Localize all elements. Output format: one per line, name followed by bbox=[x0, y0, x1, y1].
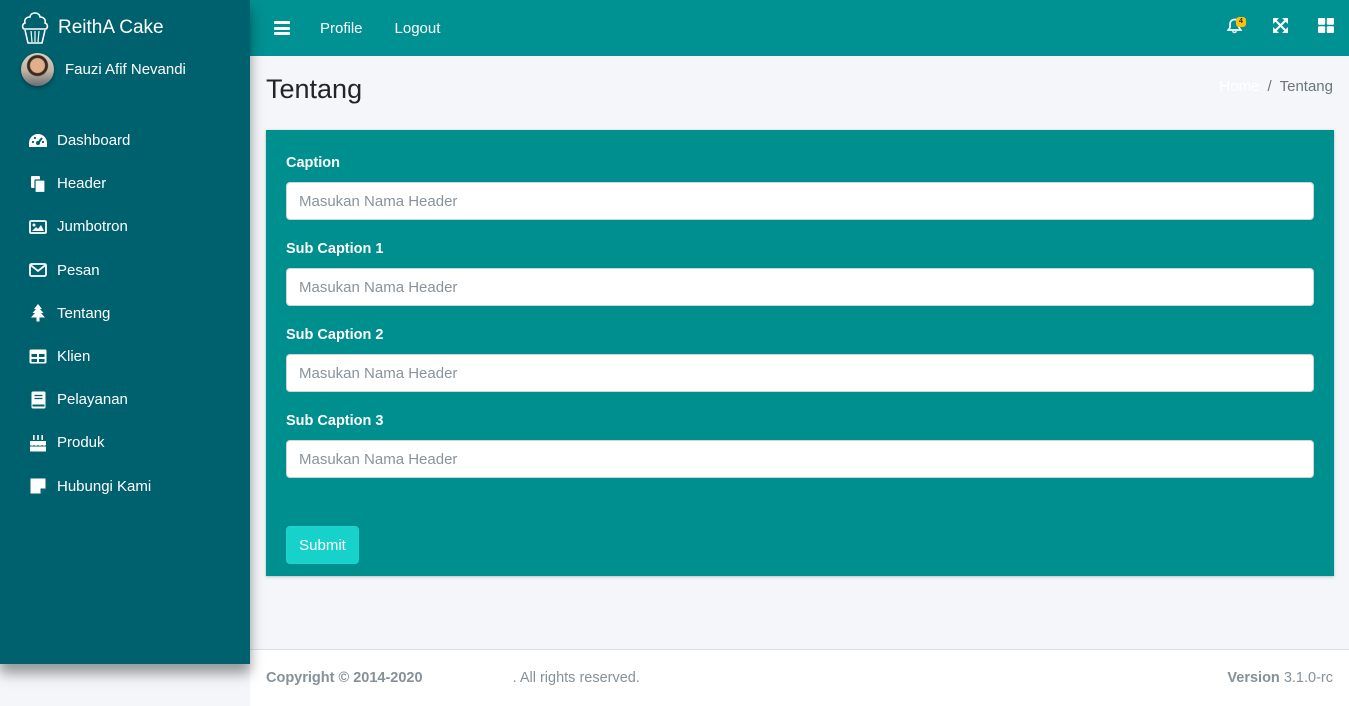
navbar-right: 4 bbox=[1211, 0, 1349, 56]
caption-input[interactable] bbox=[286, 182, 1314, 220]
tentang-form-card: Caption Sub Caption 1 Sub Caption 2 Sub … bbox=[266, 130, 1334, 576]
submit-button[interactable]: Submit bbox=[286, 526, 359, 564]
tree-icon bbox=[28, 304, 48, 322]
sidebar-item-dashboard[interactable]: Dashboard bbox=[0, 119, 250, 162]
footer: Copyright © 2014-2020 . All rights reserv… bbox=[250, 649, 1349, 706]
brand-link[interactable]: ReithA Cake bbox=[0, 0, 250, 56]
breadcrumb: Home / Tentang bbox=[1219, 78, 1333, 95]
sub-caption-2-label: Sub Caption 2 bbox=[286, 327, 384, 343]
breadcrumb-home-link[interactable]: Home bbox=[1219, 78, 1259, 95]
avatar bbox=[21, 52, 54, 86]
sidebar-item-label: Header bbox=[57, 175, 107, 193]
version-label: Version bbox=[1227, 670, 1280, 686]
sidebar-item-jumbotron[interactable]: Jumbotron bbox=[0, 205, 250, 248]
sidebar-item-label: Tentang bbox=[57, 304, 111, 322]
rights-text: . All rights reserved. bbox=[512, 670, 640, 686]
book-icon bbox=[28, 391, 48, 409]
notifications-button[interactable]: 4 bbox=[1211, 0, 1257, 56]
user-name[interactable]: Fauzi Afif Nevandi bbox=[65, 61, 186, 78]
birthday-cake-icon bbox=[28, 434, 48, 452]
brand-name: ReithA Cake bbox=[58, 17, 164, 38]
sidebar-item-label: Pelayanan bbox=[57, 391, 128, 409]
sidebar-item-label: Dashboard bbox=[57, 132, 131, 150]
sidebar-item-label: Pesan bbox=[57, 261, 100, 279]
sidebar-item-hubungi-kami[interactable]: Hubungi Kami bbox=[0, 465, 250, 508]
sub-caption-3-label: Sub Caption 3 bbox=[286, 413, 384, 429]
image-icon bbox=[28, 218, 48, 236]
sub-caption-1-label: Sub Caption 1 bbox=[286, 241, 384, 257]
tachometer-icon bbox=[28, 132, 48, 150]
sidebar: ReithA Cake Fauzi Afif Nevandi Dashboard… bbox=[0, 0, 250, 664]
table-icon bbox=[28, 348, 48, 366]
logout-link[interactable]: Logout bbox=[395, 20, 441, 37]
profile-link[interactable]: Profile bbox=[320, 20, 363, 37]
sub-caption-3-input[interactable] bbox=[286, 440, 1314, 478]
sub-caption-1-input[interactable] bbox=[286, 268, 1314, 306]
copyright-text: Copyright © 2014-2020 . All rights reserv… bbox=[266, 670, 640, 686]
cupcake-icon bbox=[20, 11, 50, 45]
hamburger-menu-icon[interactable] bbox=[274, 21, 290, 35]
sidebar-item-label: Produk bbox=[57, 434, 105, 452]
top-navbar: Profile Logout 4 bbox=[250, 0, 1349, 56]
sidebar-item-tentang[interactable]: Tentang bbox=[0, 292, 250, 335]
sidebar-item-pelayanan[interactable]: Pelayanan bbox=[0, 378, 250, 421]
caption-label: Caption bbox=[286, 155, 340, 171]
breadcrumb-current: Tentang bbox=[1279, 78, 1333, 95]
sidebar-item-header[interactable]: Header bbox=[0, 162, 250, 205]
version-value: 3.1.0-rc bbox=[1283, 670, 1333, 686]
sidebar-item-label: Hubungi Kami bbox=[57, 477, 152, 495]
page-title: Tentang bbox=[266, 74, 363, 104]
sidebar-nav: Dashboard Header Jumbotron Pesan Tentang bbox=[0, 119, 250, 508]
sidebar-item-pesan[interactable]: Pesan bbox=[0, 249, 250, 292]
sub-caption-2-input[interactable] bbox=[286, 354, 1314, 392]
sidebar-item-label: Jumbotron bbox=[57, 218, 128, 236]
sidebar-item-produk[interactable]: Produk bbox=[0, 421, 250, 464]
envelope-icon bbox=[28, 261, 48, 279]
fullscreen-button[interactable] bbox=[1257, 0, 1303, 56]
user-panel[interactable]: Fauzi Afif Nevandi bbox=[0, 49, 250, 89]
copy-icon bbox=[28, 175, 48, 193]
content-header: Tentang Home / Tentang bbox=[266, 56, 1333, 130]
sidebar-item-label: Klien bbox=[57, 348, 91, 366]
sidebar-item-klien[interactable]: Klien bbox=[0, 335, 250, 378]
sticky-note-icon bbox=[28, 477, 48, 495]
breadcrumb-separator: / bbox=[1267, 78, 1272, 95]
th-large-icon bbox=[1318, 18, 1334, 38]
expand-arrows-icon bbox=[1272, 18, 1288, 38]
notification-badge: 4 bbox=[1236, 17, 1246, 27]
version-info: Version 3.1.0-rc bbox=[1227, 670, 1333, 686]
control-sidebar-button[interactable] bbox=[1303, 0, 1349, 56]
copyright-years: Copyright © 2014-2020 bbox=[266, 670, 423, 686]
